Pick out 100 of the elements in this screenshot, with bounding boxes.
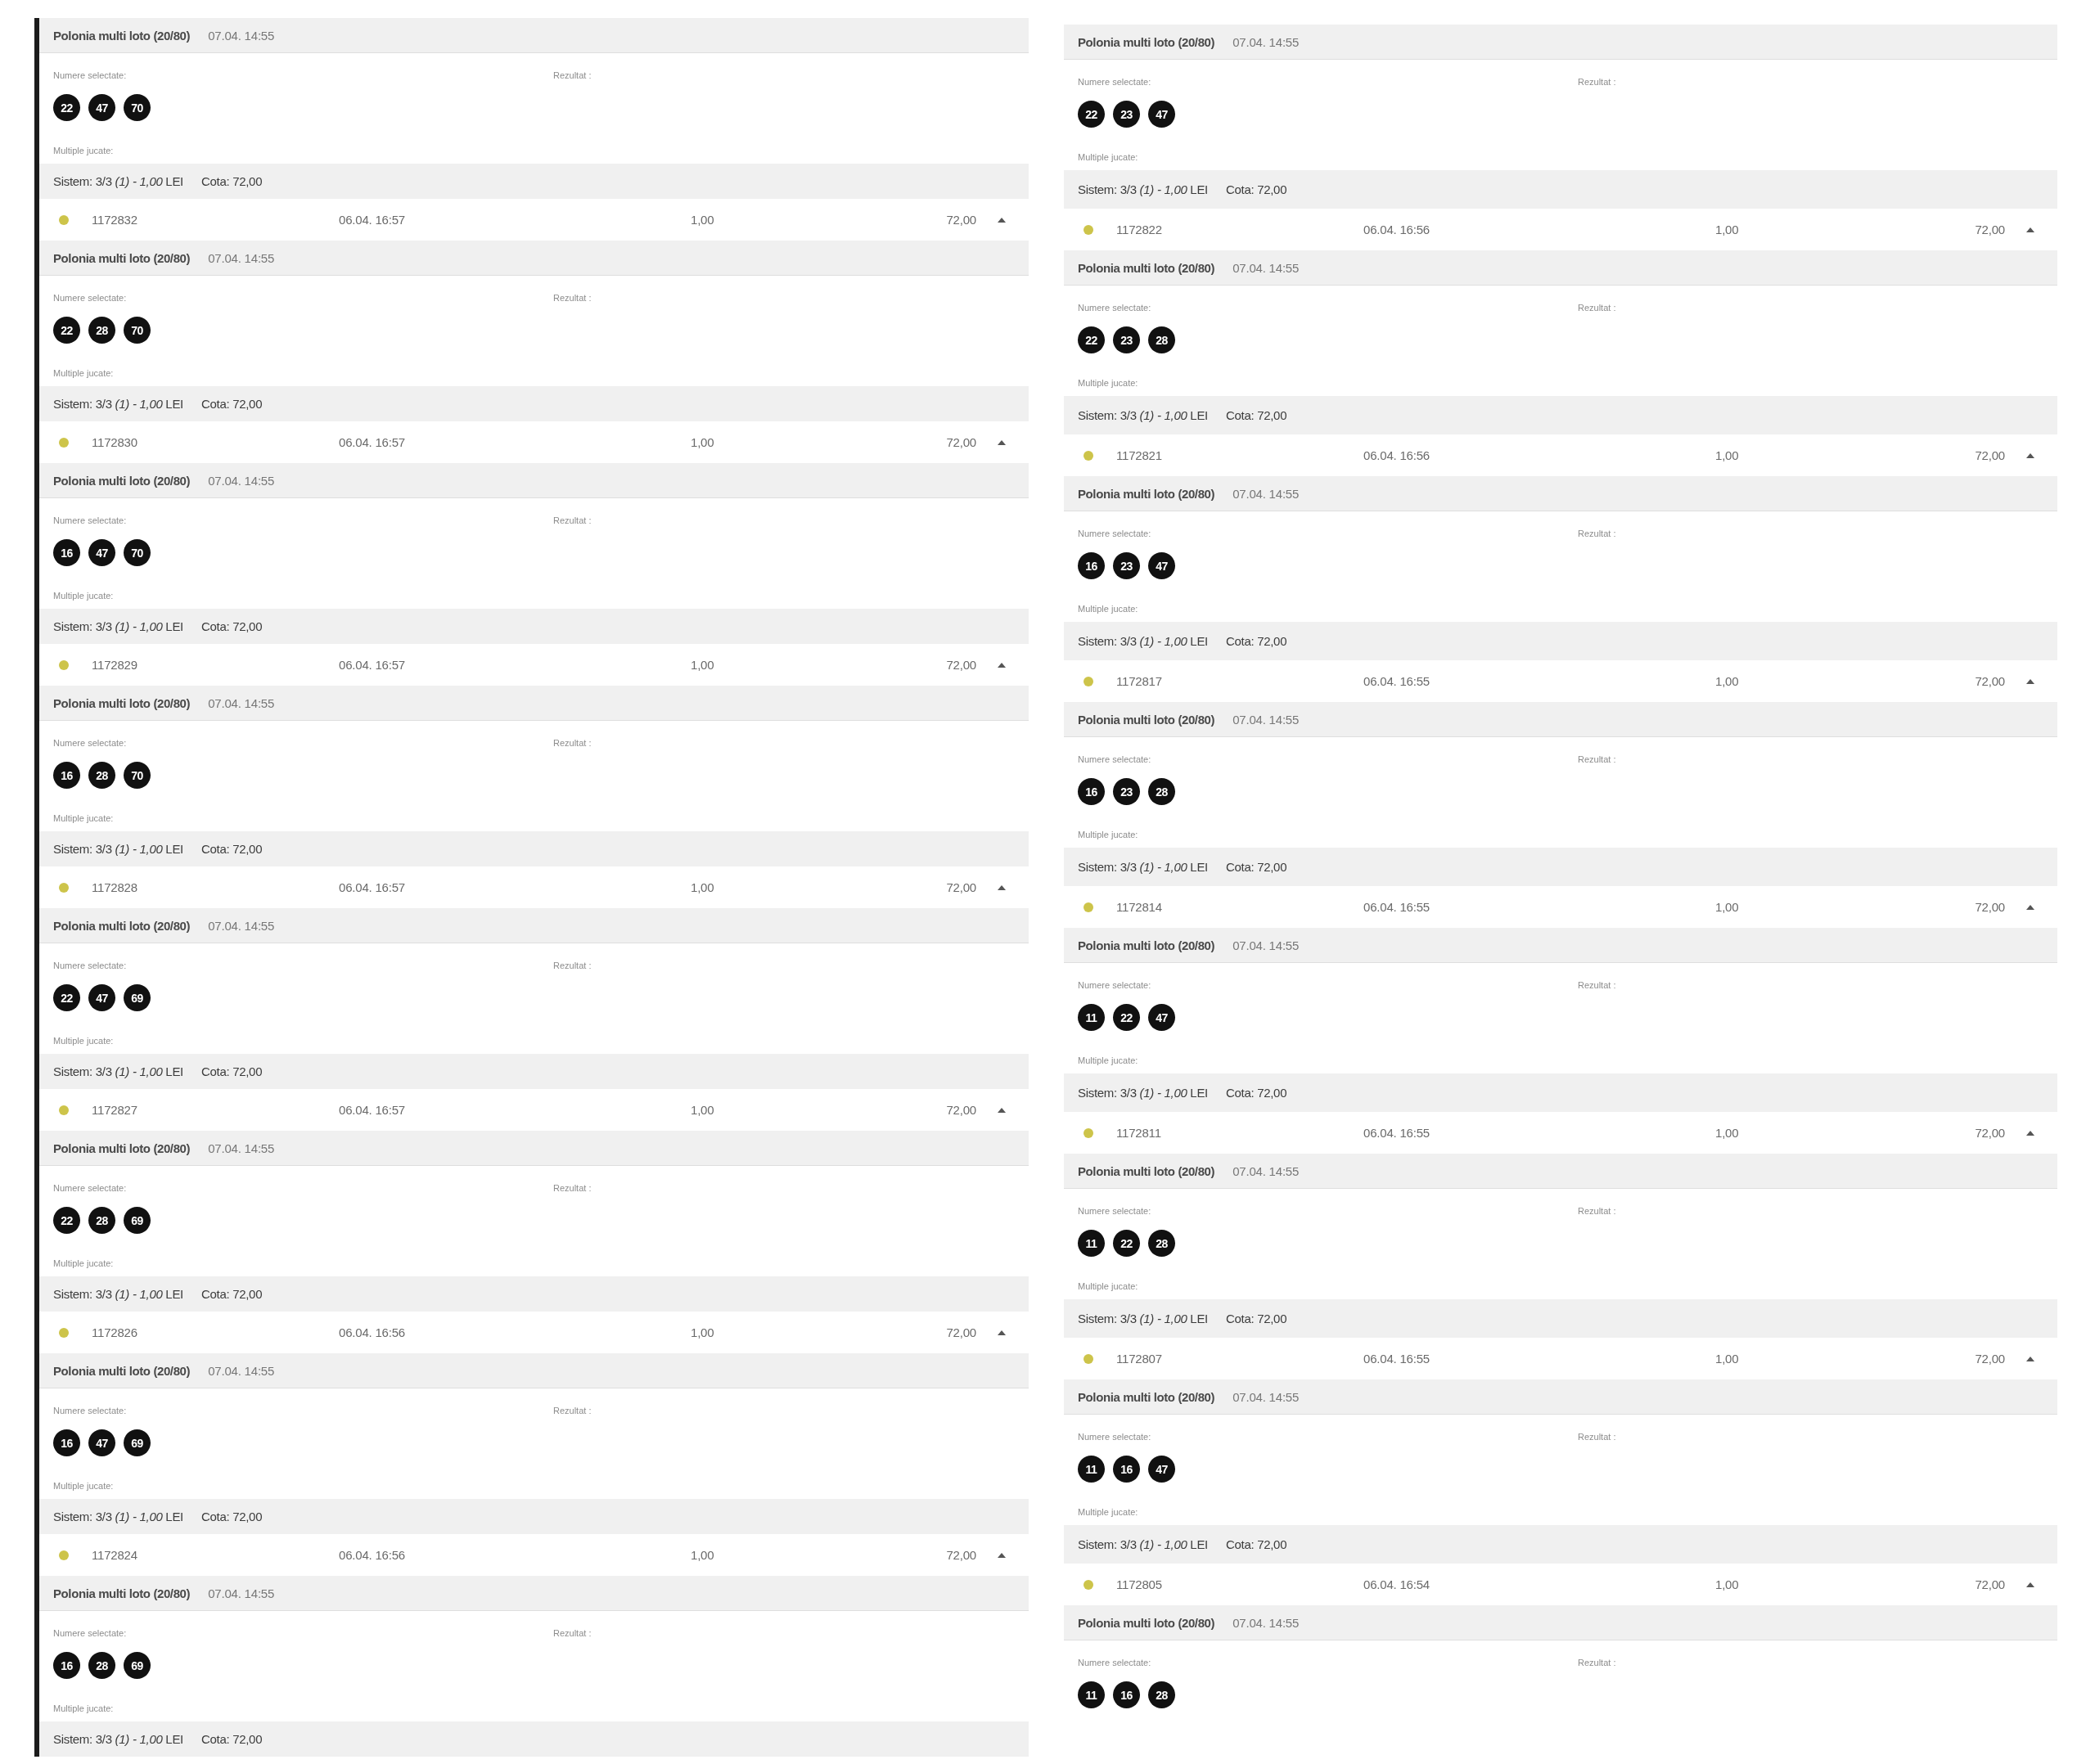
result-label: Rezultat : xyxy=(553,1182,592,1194)
lottery-ball: 47 xyxy=(88,94,115,121)
ticket-id: 1172832 xyxy=(92,213,137,227)
result-label: Rezultat : xyxy=(1578,979,1616,991)
lottery-ball: 22 xyxy=(53,94,80,121)
stake-amount: 1,00 xyxy=(1715,1352,1739,1366)
lottery-ball: 11 xyxy=(1078,1681,1105,1708)
placed-time: 06.04. 16:57 xyxy=(339,880,405,894)
game-name: Polonia multi loto (20/80) xyxy=(1078,1389,1215,1404)
caret-icon[interactable] xyxy=(998,217,1006,223)
caret-icon[interactable] xyxy=(2026,904,2034,910)
game-name: Polonia multi loto (20/80) xyxy=(1078,1163,1215,1178)
win-amount: 72,00 xyxy=(946,1103,976,1117)
system-text: Sistem: 3/3 (1) - 1,00 LEI xyxy=(1078,1537,1208,1551)
result-label: Rezultat : xyxy=(1578,754,1616,765)
draw-time: 07.04. 14:55 xyxy=(1232,34,1300,49)
lottery-ball: 69 xyxy=(124,1652,151,1679)
stake-amount: 1,00 xyxy=(691,1103,714,1117)
system-text: Sistem: 3/3 (1) - 1,00 LEI xyxy=(53,1064,183,1078)
numbers-label: Numere selectate: xyxy=(1078,302,1151,313)
caret-icon[interactable] xyxy=(998,1552,1006,1558)
draw-time: 07.04. 14:55 xyxy=(1232,938,1300,952)
odds-text: Cota: 72,00 xyxy=(200,1732,263,1746)
draw-time: 07.04. 14:55 xyxy=(1232,712,1300,727)
caret-icon[interactable] xyxy=(998,884,1006,890)
placed-time: 06.04. 16:55 xyxy=(1363,900,1430,914)
multiples-label: Multiple jucate: xyxy=(1078,1506,1138,1518)
lottery-ball: 22 xyxy=(1078,101,1105,128)
odds-text: Cota: 72,00 xyxy=(200,1287,263,1301)
lottery-ball: 28 xyxy=(88,1652,115,1679)
draw-time: 07.04. 14:55 xyxy=(1232,1389,1300,1404)
placed-time: 06.04. 16:56 xyxy=(1363,448,1430,462)
placed-time: 06.04. 16:56 xyxy=(339,1548,405,1562)
lottery-ball: 70 xyxy=(124,539,151,566)
stake-amount: 1,00 xyxy=(1715,448,1739,462)
lottery-ball: 23 xyxy=(1113,552,1140,579)
lottery-ball: 22 xyxy=(53,984,80,1011)
system-text: Sistem: 3/3 (1) - 1,00 LEI xyxy=(53,397,183,411)
result-label: Rezultat : xyxy=(553,737,592,749)
ticket-id: 1172830 xyxy=(92,435,137,449)
lottery-ball: 28 xyxy=(1148,778,1175,805)
ticket-id: 1172829 xyxy=(92,658,137,672)
stake-amount: 1,00 xyxy=(691,1325,714,1339)
caret-icon[interactable] xyxy=(998,1330,1006,1335)
multiples-label: Multiple jucate: xyxy=(1078,377,1138,389)
system-text: Sistem: 3/3 (1) - 1,00 LEI xyxy=(53,1287,183,1301)
lottery-ball: 23 xyxy=(1113,778,1140,805)
game-name: Polonia multi loto (20/80) xyxy=(53,1141,191,1155)
ticket-id: 1172827 xyxy=(92,1103,137,1117)
odds-text: Cota: 72,00 xyxy=(200,1510,263,1523)
game-name: Polonia multi loto (20/80) xyxy=(53,695,191,710)
caret-icon[interactable] xyxy=(998,439,1006,445)
caret-icon[interactable] xyxy=(2026,1356,2034,1361)
ticket-id: 1172811 xyxy=(1116,1126,1161,1140)
system-text: Sistem: 3/3 (1) - 1,00 LEI xyxy=(53,174,183,188)
game-name: Polonia multi loto (20/80) xyxy=(1078,938,1215,952)
lottery-ball: 47 xyxy=(88,984,115,1011)
stake-amount: 1,00 xyxy=(1715,1577,1739,1591)
system-text: Sistem: 3/3 (1) - 1,00 LEI xyxy=(1078,182,1208,196)
caret-icon[interactable] xyxy=(998,662,1006,668)
multiples-label: Multiple jucate: xyxy=(1078,1280,1138,1292)
numbers-label: Numere selectate: xyxy=(53,1627,127,1639)
numbers-label: Numere selectate: xyxy=(53,1182,127,1194)
draw-time: 07.04. 14:55 xyxy=(208,473,275,488)
system-text: Sistem: 3/3 (1) - 1,00 LEI xyxy=(1078,408,1208,422)
odds-text: Cota: 72,00 xyxy=(1225,634,1287,648)
multiples-label: Multiple jucate: xyxy=(53,812,114,824)
game-name: Polonia multi loto (20/80) xyxy=(1078,34,1215,49)
caret-icon[interactable] xyxy=(998,1107,1006,1113)
lottery-ball: 16 xyxy=(53,539,80,566)
lottery-ball: 70 xyxy=(124,762,151,789)
game-name: Polonia multi loto (20/80) xyxy=(53,1363,191,1378)
ticket-id: 1172821 xyxy=(1116,448,1162,462)
ticket-id: 1172828 xyxy=(92,880,137,894)
win-amount: 72,00 xyxy=(946,1325,976,1339)
caret-icon[interactable] xyxy=(2026,678,2034,684)
system-text: Sistem: 3/3 (1) - 1,00 LEI xyxy=(53,619,183,633)
ticket-id: 1172807 xyxy=(1116,1352,1162,1366)
caret-icon[interactable] xyxy=(2026,452,2034,458)
lottery-ball: 47 xyxy=(88,539,115,566)
draw-time: 07.04. 14:55 xyxy=(208,1141,275,1155)
ticket-id: 1172817 xyxy=(1116,674,1162,688)
placed-time: 06.04. 16:55 xyxy=(1363,674,1430,688)
lottery-ball: 69 xyxy=(124,984,151,1011)
caret-icon[interactable] xyxy=(2026,227,2034,232)
win-amount: 72,00 xyxy=(1975,900,2005,914)
numbers-label: Numere selectate: xyxy=(53,515,127,526)
caret-icon[interactable] xyxy=(2026,1582,2034,1587)
caret-icon[interactable] xyxy=(2026,1130,2034,1136)
lottery-ball: 47 xyxy=(1148,1456,1175,1483)
lottery-ball: 16 xyxy=(1113,1456,1140,1483)
game-name: Polonia multi loto (20/80) xyxy=(53,473,191,488)
placed-time: 06.04. 16:57 xyxy=(339,658,405,672)
multiples-label: Multiple jucate: xyxy=(53,590,114,601)
win-amount: 72,00 xyxy=(1975,223,2005,236)
placed-time: 06.04. 16:57 xyxy=(339,1103,405,1117)
game-name: Polonia multi loto (20/80) xyxy=(1078,712,1215,727)
lottery-ball: 28 xyxy=(1148,1681,1175,1708)
lottery-ball: 28 xyxy=(1148,1230,1175,1257)
game-name: Polonia multi loto (20/80) xyxy=(53,1586,191,1600)
